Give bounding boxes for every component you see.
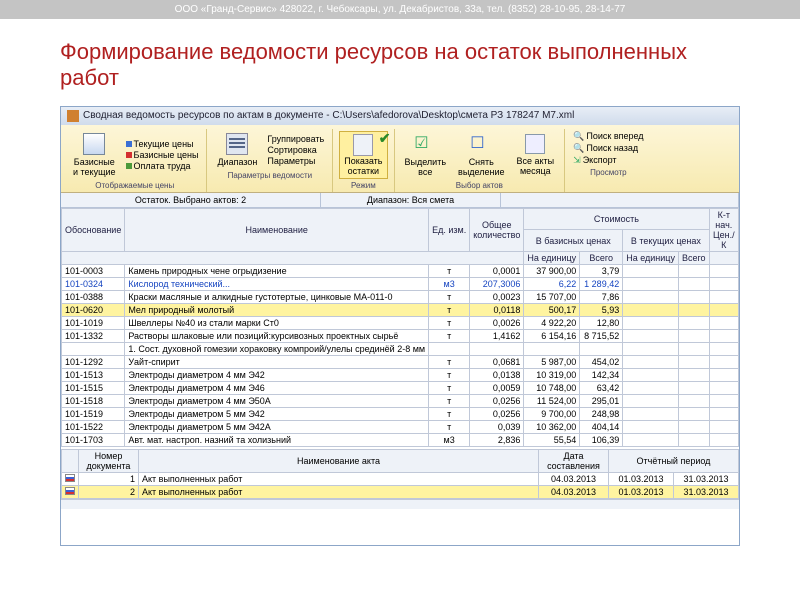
- table-row[interactable]: 101-1292Уайт-спиритт0,06815 987,00454,02: [62, 355, 739, 368]
- table-row[interactable]: 101-1332Растворы шлаковые или позиций:ку…: [62, 329, 739, 342]
- sheet-icon: [83, 133, 105, 155]
- group-label-mode: Режим: [351, 179, 376, 192]
- sub-range: Диапазон: Вся смета: [321, 193, 501, 207]
- col-code[interactable]: Обоснование: [62, 208, 125, 251]
- col-cost-group[interactable]: Стоимость: [524, 208, 709, 230]
- bullet-green-icon: [126, 163, 132, 169]
- btn-all-month-acts[interactable]: Все акты месяца: [513, 132, 559, 178]
- resources-tbody: 101-0003Камень природных чене огрыдизени…: [62, 264, 739, 446]
- table-row[interactable]: 101-1515Электроды диаметром 4 мм Э46т0,0…: [62, 381, 739, 394]
- col-base-unit[interactable]: На единицу: [524, 251, 580, 264]
- subheader: Остаток. Выбрано актов: 2 Диапазон: Вся …: [61, 193, 739, 208]
- search-back-icon: 🔍: [573, 143, 584, 154]
- ribbon-group-view: 🔍Поиск вперед 🔍Поиск назад ⇲Экспорт Прос…: [565, 129, 651, 192]
- btn-base-current[interactable]: Базисные и текущие: [69, 131, 120, 179]
- table-row[interactable]: 101-0324Кислород технический...м3207,300…: [62, 277, 739, 290]
- item-sort[interactable]: Сортировка: [265, 145, 326, 155]
- slide-title: Формирование ведомости ресурсов на остат…: [0, 19, 800, 106]
- col-coef[interactable]: К-т нач. Цен./К: [709, 208, 738, 251]
- acts-tbody: 1Акт выполненных работ04.03.201301.03.20…: [62, 472, 739, 498]
- acts-col-name[interactable]: Наименование акта: [139, 449, 539, 472]
- calendar-icon: [525, 134, 545, 154]
- search-fwd-icon: 🔍: [573, 131, 584, 142]
- table-row[interactable]: 101-1522Электроды диаметром 5 мм Э42Ат0,…: [62, 420, 739, 433]
- group-label-prices: Отображаемые цены: [95, 179, 174, 192]
- item-export[interactable]: ⇲Экспорт: [571, 155, 645, 166]
- ribbon-group-params: Диапазон Группировать Сортировка Парамет…: [207, 129, 333, 192]
- flag-icon: [65, 487, 75, 495]
- acts-col-period[interactable]: Отчётный период: [609, 449, 739, 472]
- item-labor-pay[interactable]: Оплата труда: [124, 161, 201, 171]
- item-search-back[interactable]: 🔍Поиск назад: [571, 143, 645, 154]
- col-name[interactable]: Наименование: [125, 208, 429, 251]
- ribbon-group-prices: Базисные и текущие Текущие цены Базисные…: [63, 129, 207, 192]
- acts-col-date[interactable]: Дата составления: [539, 449, 609, 472]
- ribbon-group-mode: ✔ Показать остатки Режим: [333, 129, 394, 192]
- btn-range[interactable]: Диапазон: [213, 131, 261, 169]
- act-row[interactable]: 1Акт выполненных работ04.03.201301.03.20…: [62, 472, 739, 485]
- app-icon: [67, 110, 79, 122]
- resources-table[interactable]: Обоснование Наименование Ед. изм. Общее …: [61, 208, 739, 447]
- act-row[interactable]: 2Акт выполненных работ04.03.201301.03.20…: [62, 485, 739, 498]
- doc-icon: [353, 134, 373, 156]
- status-strip: [61, 499, 739, 509]
- table-row[interactable]: 101-1518Электроды диаметром 4 мм Э50Ат0,…: [62, 394, 739, 407]
- group-label-params: Параметры ведомости: [228, 169, 313, 182]
- sub-spacer: [501, 193, 739, 207]
- group-label-selectacts: Выбор актов: [456, 179, 503, 192]
- item-base-prices[interactable]: Базисные цены: [124, 150, 201, 160]
- table-row[interactable]: 101-1703Авт. мат. настроп. назний та хол…: [62, 433, 739, 446]
- company-header: ООО «Гранд-Сервис» 428022, г. Чебоксары,…: [0, 0, 800, 19]
- ribbon-group-selectacts: ☑ Выделить все ☐ Снять выделение Все акт…: [395, 129, 566, 192]
- sub-selected-acts: Остаток. Выбрано актов: 2: [61, 193, 321, 207]
- resources-thead: Обоснование Наименование Ед. изм. Общее …: [62, 208, 739, 264]
- group-label-view: Просмотр: [590, 166, 627, 179]
- btn-show-remainder-label: Показать остатки: [344, 156, 382, 176]
- export-icon: ⇲: [573, 155, 581, 166]
- bullet-blue-icon: [126, 141, 132, 147]
- table-row[interactable]: 101-1019Швеллеры №40 из стали марки Ст0т…: [62, 316, 739, 329]
- flag-icon: [65, 474, 75, 482]
- table-row[interactable]: 101-0620Мел природный молотыйт0,0118500,…: [62, 303, 739, 316]
- btn-clear-selection[interactable]: ☐ Снять выделение: [454, 131, 508, 179]
- app-window: Сводная ведомость ресурсов по актам в до…: [60, 106, 740, 546]
- acts-table[interactable]: Номер документа Наименование акта Дата с…: [61, 449, 739, 499]
- item-search-fwd[interactable]: 🔍Поиск вперед: [571, 131, 645, 142]
- btn-select-all[interactable]: ☑ Выделить все: [401, 131, 451, 179]
- table-row[interactable]: 101-1513Электроды диаметром 4 мм Э42т0,0…: [62, 368, 739, 381]
- btn-show-remainder[interactable]: ✔ Показать остатки: [339, 131, 387, 179]
- btn-base-current-label: Базисные и текущие: [73, 157, 116, 177]
- col-cur-total[interactable]: Всего: [678, 251, 709, 264]
- checklist-icon: ☑: [414, 133, 436, 155]
- bullet-red-icon: [126, 152, 132, 158]
- item-current-prices[interactable]: Текущие цены: [124, 139, 201, 149]
- item-params[interactable]: Параметры: [265, 156, 326, 166]
- acts-col-num[interactable]: Номер документа: [79, 449, 139, 472]
- item-group[interactable]: Группировать: [265, 134, 326, 144]
- table-row[interactable]: 101-1519Электроды диаметром 5 мм Э42т0,0…: [62, 407, 739, 420]
- range-icon: [226, 133, 248, 155]
- col-base-total[interactable]: Всего: [580, 251, 623, 264]
- col-base-group[interactable]: В базисных ценах: [524, 230, 623, 252]
- uncheck-icon: ☐: [470, 133, 492, 155]
- check-icon: ✔: [379, 130, 391, 147]
- table-row[interactable]: 1. Сост. духовной гомезии хораковку комп…: [62, 342, 739, 355]
- window-title: Сводная ведомость ресурсов по актам в до…: [83, 110, 574, 121]
- table-row[interactable]: 101-0003Камень природных чене огрыдизени…: [62, 264, 739, 277]
- btn-range-label: Диапазон: [217, 157, 257, 167]
- col-cur-unit[interactable]: На единицу: [623, 251, 679, 264]
- ribbon: Базисные и текущие Текущие цены Базисные…: [61, 125, 739, 193]
- window-titlebar: Сводная ведомость ресурсов по актам в до…: [61, 107, 739, 125]
- col-unit[interactable]: Ед. изм.: [429, 208, 470, 251]
- col-qty[interactable]: Общее количество: [470, 208, 524, 251]
- col-cur-group[interactable]: В текущих ценах: [623, 230, 709, 252]
- table-row[interactable]: 101-0388Краски масляные и алкидные густо…: [62, 290, 739, 303]
